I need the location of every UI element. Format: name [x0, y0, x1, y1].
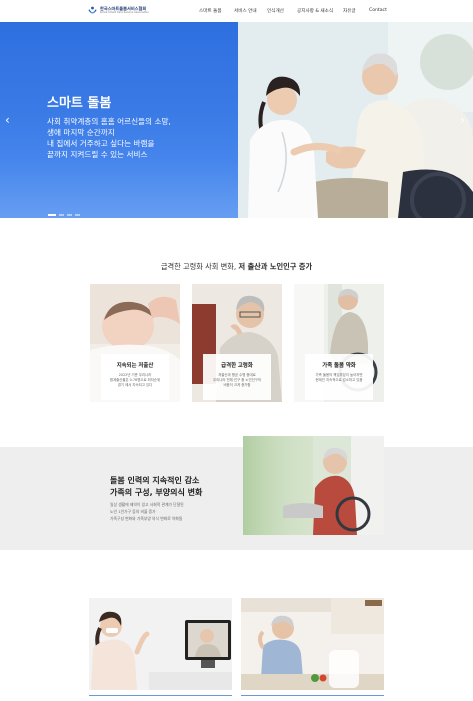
site-header: 한국스마트돌봄서비스협회 Korea Smart Care Service As…: [0, 0, 473, 22]
hero-title: 스마트 돌봄: [47, 96, 112, 111]
info-desc-line: 가족구성 변화와 가족부양 의식 변화로 약화됨: [110, 516, 183, 521]
section-title-prefix: 급격한 고령화 사회 변화,: [160, 262, 239, 271]
hero-text-line: 끝까지 지켜드릴 수 있는 서비스: [47, 150, 148, 159]
nav-item-notice[interactable]: 공지사항 & 새소식: [297, 8, 333, 14]
video-call-illustration: [89, 598, 232, 690]
info-desc-line: 노인 1인가구 등의 비율 증가: [110, 509, 156, 514]
nav-item-smart-care[interactable]: 스마트 돌봄: [199, 8, 222, 14]
slide-dot[interactable]: [75, 214, 80, 216]
card-heading: 지속되는 저출산: [116, 363, 154, 369]
card-description: 가족 돌봄의 책임부담이 높아지면 현재인 지속적으로 감소하고 있음: [305, 373, 373, 383]
chevron-left-icon[interactable]: ‹: [5, 114, 10, 126]
info-band: [0, 447, 473, 550]
hero-slider: 스마트 돌봄 사회 취약계층의 홈홈 어르신들의 소망, 생애 마지막 순간까지…: [0, 22, 473, 218]
card-heading: 가족 돌봄 약화: [322, 363, 356, 369]
nav-item-contact[interactable]: Contact: [369, 8, 387, 13]
caregiver-elder-illustration: [238, 22, 473, 218]
hero-text-line: 사회 취약계층의 홈홈 어르신들의 소망,: [47, 117, 171, 126]
card-caption: 지속되는 저출산 2022년 기준 우리나라 합계출산율은 0.78명으로 최저…: [101, 354, 169, 400]
elder-window-illustration: [243, 436, 384, 535]
card-desc-line: 경기 에서 지속되고 있다: [117, 383, 153, 388]
elder-window-photo: [243, 436, 384, 535]
slide-dot[interactable]: [48, 214, 56, 216]
slider-pagination: [48, 214, 80, 216]
chevron-right-icon[interactable]: ›: [460, 114, 465, 126]
card-low-birthrate[interactable]: 지속되는 저출산 2022년 기준 우리나라 합계출산율은 0.78명으로 최저…: [90, 284, 180, 402]
kitchen-elder-illustration: [241, 598, 384, 690]
section-title: 급격한 고령화 사회 변화, 저 출산과 노인인구 증가: [0, 262, 473, 272]
card-rapid-aging[interactable]: 급격한 고령화 저출산과 평균 수명 증대로 우리나라 전체 인구 중 노인인구…: [192, 284, 282, 402]
card-family-care[interactable]: 가족 돌봄 약화 가족 돌봄의 책임부담이 높아지면 현재인 지속적으로 감소하…: [294, 284, 384, 402]
main-nav: 스마트 돌봄 서비스 안내 인식개선 공지사항 & 새소식 자유글 Contac…: [0, 8, 473, 16]
card-desc-line: 현재인 지속적으로 감소하고 있음: [315, 378, 363, 383]
kitchen-elder-photo: [241, 598, 384, 690]
slide-dot[interactable]: [59, 214, 64, 216]
nav-item-service[interactable]: 서비스 안내: [234, 8, 257, 14]
card-description: 저출산과 평균 수명 증대로 우리나라 전체 인구 중 노인인구의 비중이 크게…: [203, 373, 271, 388]
nav-item-board[interactable]: 자유글: [343, 8, 356, 14]
hero-text-line: 내 집에서 거주하고 싶다는 바램을: [47, 139, 155, 148]
hero-photo: [238, 22, 473, 218]
card-heading: 급격한 고령화: [221, 363, 253, 369]
info-desc-line: 일상 생활에 제약이 있고 사회적 관계가 단절된: [110, 502, 184, 507]
section-title-strong: 저 출산과 노인인구 증가: [238, 262, 313, 271]
card-accent-line: [241, 695, 384, 696]
card-accent-line: [89, 695, 232, 696]
hero-text-line: 생애 마지막 순간까지: [47, 128, 115, 137]
card-caption: 가족 돌봄 약화 가족 돌봄의 책임부담이 높아지면 현재인 지속적으로 감소하…: [305, 354, 373, 400]
nav-item-awareness[interactable]: 인식개선: [267, 8, 284, 14]
info-heading-line: 돌봄 인력의 지속적인 감소: [110, 476, 200, 485]
card-desc-line: 비중이 크게 증가함: [223, 383, 251, 388]
card-description: 2022년 기준 우리나라 합계출산율은 0.78명으로 최저순위 경기 에서 …: [101, 373, 169, 388]
slide-dot[interactable]: [67, 214, 72, 216]
card-caption: 급격한 고령화 저출산과 평균 수명 증대로 우리나라 전체 인구 중 노인인구…: [203, 354, 271, 400]
video-call-photo: [89, 598, 232, 690]
info-heading-line: 가족의 구성, 부양의식 변화: [110, 488, 203, 497]
